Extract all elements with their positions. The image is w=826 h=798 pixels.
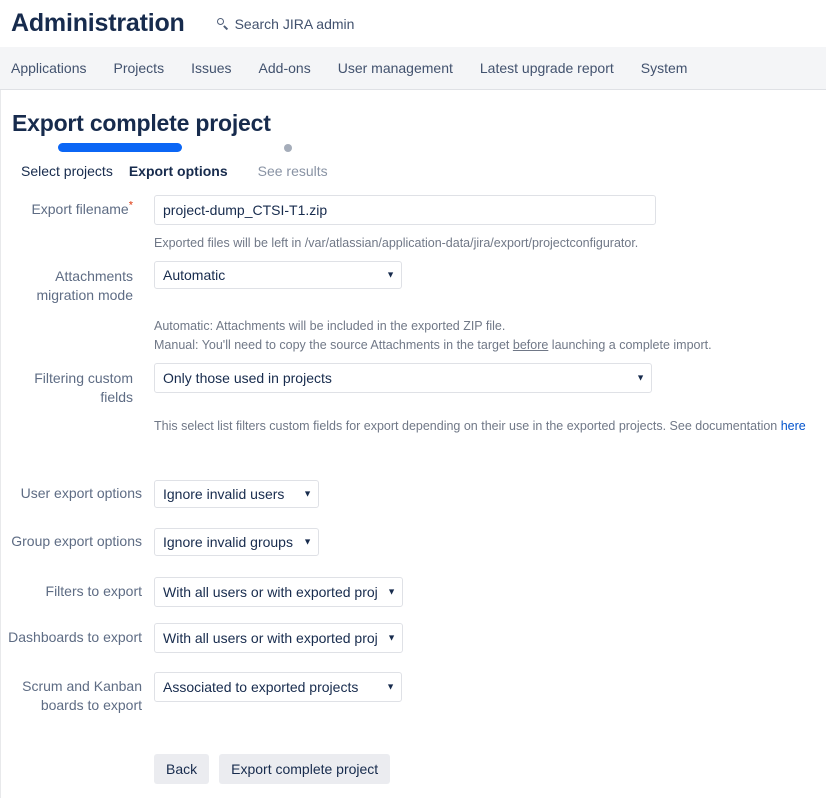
hint-manual-before: before [512, 338, 549, 352]
hint-manual-part1: Manual: You'll need to copy the source A… [154, 338, 513, 352]
hint-export-filename: Exported files will be left in /var/atla… [154, 236, 639, 250]
field-boards-to-export: Scrum and Kanban boards to export Associ… [1, 672, 826, 715]
hint-manual-part2: launching a complete import. [548, 338, 712, 352]
admin-header: Administration Search JIRA admin [0, 0, 826, 47]
user-export-options-select[interactable]: Ignore invalid users ▼ [154, 480, 319, 508]
stepper-labels: Select projects Export options See resul… [1, 163, 328, 179]
export-filename-input[interactable] [154, 195, 656, 225]
nav-item-projects[interactable]: Projects [114, 60, 179, 76]
filters-to-export-value: With all users or with exported proj [163, 584, 378, 600]
attachments-mode-value: Automatic [163, 267, 226, 283]
group-export-options-value: Ignore invalid groups [163, 534, 293, 550]
dashboards-to-export-select[interactable]: With all users or with exported proj ▼ [154, 623, 403, 653]
group-export-options-select[interactable]: Ignore invalid groups ▼ [154, 528, 319, 556]
nav-item-issues[interactable]: Issues [191, 60, 245, 76]
back-button[interactable]: Back [154, 754, 210, 784]
label-filtering-custom-fields: Filtering custom fields [34, 370, 133, 405]
attachments-mode-select[interactable]: Automatic ▼ [154, 261, 402, 289]
field-attachments-mode: Attachments migration mode Automatic ▼ [1, 261, 826, 305]
field-filtering-custom-fields: Filtering custom fields Only those used … [1, 363, 826, 407]
admin-search-label: Search JIRA admin [234, 15, 355, 32]
hint-filtering-custom-fields: This select list filters custom fields f… [154, 417, 826, 436]
filtering-custom-fields-select[interactable]: Only those used in projects ▼ [154, 363, 652, 393]
form-actions: Back Export complete project [154, 754, 826, 784]
export-options-form: Export filename* Exported files will be … [1, 195, 826, 784]
nav-item-user-management[interactable]: User management [338, 60, 467, 76]
page-title: Export complete project [12, 110, 271, 136]
hint-attachments-automatic: Automatic: Attachments will be included … [154, 319, 506, 333]
label-dashboards-to-export: Dashboards to export [8, 629, 142, 645]
label-user-export-options: User export options [20, 485, 142, 501]
field-user-export-options: User export options Ignore invalid users… [1, 480, 826, 513]
filters-to-export-select[interactable]: With all users or with exported proj ▼ [154, 577, 403, 607]
admin-search-link[interactable]: Search JIRA admin [216, 15, 355, 32]
user-export-options-value: Ignore invalid users [163, 486, 285, 502]
boards-to-export-value: Associated to exported projects [163, 679, 359, 695]
documentation-link[interactable]: here [781, 419, 806, 433]
label-filters-to-export: Filters to export [45, 583, 142, 599]
label-group-export-options: Group export options [11, 533, 142, 549]
field-filters-to-export: Filters to export With all users or with… [1, 577, 826, 612]
step-select-projects[interactable]: Select projects [21, 163, 113, 179]
nav-item-latest-upgrade-report[interactable]: Latest upgrade report [480, 60, 628, 76]
field-group-export-options: Group export options Ignore invalid grou… [1, 528, 826, 561]
hint-attachments-manual: Manual: You'll need to copy the source A… [154, 336, 826, 355]
field-export-filename: Export filename* [1, 195, 826, 225]
step-export-options[interactable]: Export options [129, 163, 228, 179]
page-header-title: Administration [11, 9, 185, 37]
field-dashboards-to-export: Dashboards to export With all users or w… [1, 623, 826, 658]
filtering-custom-fields-value: Only those used in projects [163, 370, 332, 386]
label-boards-to-export: Scrum and Kanban boards to export [22, 678, 142, 713]
step-see-results: See results [257, 163, 328, 179]
nav-item-applications[interactable]: Applications [11, 60, 101, 76]
label-attachments-mode: Attachments migration mode [36, 268, 134, 303]
search-icon [216, 17, 229, 30]
nav-item-system[interactable]: System [641, 60, 702, 76]
export-complete-project-button[interactable]: Export complete project [219, 754, 391, 784]
boards-to-export-select[interactable]: Associated to exported projects ▼ [154, 672, 402, 702]
wizard-stepper: Select projects Export options See resul… [1, 143, 826, 185]
required-asterisk: * [128, 199, 133, 212]
stepper-progress-bar [58, 143, 182, 152]
label-export-filename-text: Export filename [31, 201, 129, 217]
dashboards-to-export-value: With all users or with exported proj [163, 630, 378, 646]
hint-filtering-text: This select list filters custom fields f… [154, 419, 781, 433]
label-export-filename: Export filename* [1, 195, 133, 218]
stepper-upcoming-dot [284, 143, 292, 152]
nav-item-add-ons[interactable]: Add-ons [259, 60, 325, 76]
admin-nav-bar: Applications Projects Issues Add-ons Use… [0, 47, 826, 90]
page-body: Export complete project Select projects … [0, 90, 826, 798]
